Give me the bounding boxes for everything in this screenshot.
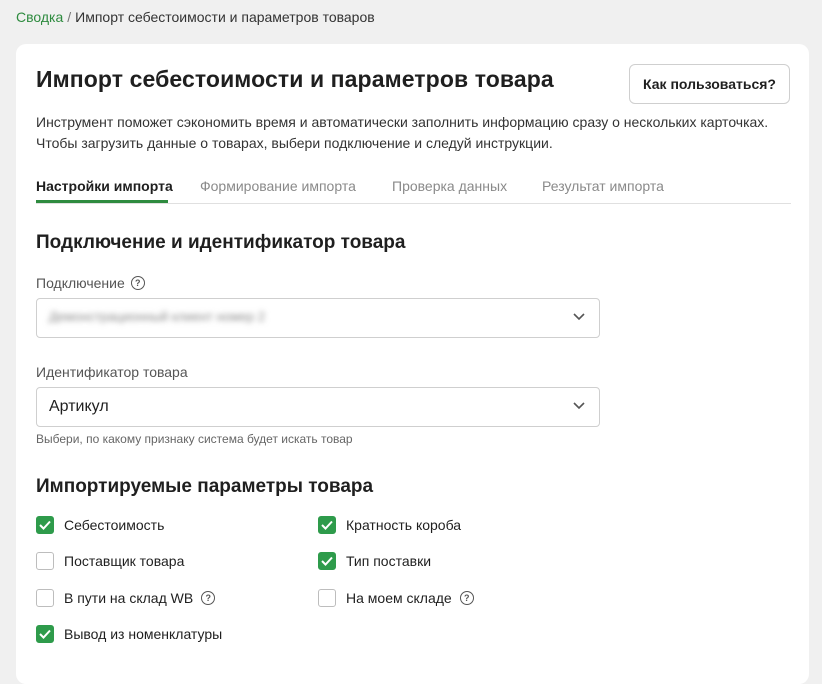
help-circle-icon[interactable]: ? xyxy=(459,591,474,605)
tab-bar: Настройки импорта Формирование импорта П… xyxy=(36,174,791,204)
param-checkbox-label: Вывод из номенклатуры xyxy=(64,626,223,642)
identifier-select[interactable]: Артикул xyxy=(36,387,600,427)
param-checkbox-label: Кратность короба xyxy=(346,517,462,533)
param-checkbox-row[interactable]: Тип поставки xyxy=(318,552,431,570)
identifier-select-value: Артикул xyxy=(49,398,109,415)
help-circle-icon[interactable]: ? xyxy=(130,276,145,290)
connection-label: Подключение ? xyxy=(36,275,145,291)
checkbox-unchecked[interactable] xyxy=(36,552,54,570)
how-to-use-button[interactable]: Как пользоваться? xyxy=(629,64,790,104)
identifier-label-text: Идентификатор товара xyxy=(36,364,188,380)
main-card: Импорт себестоимости и параметров товара… xyxy=(16,44,809,684)
page-title: Импорт себестоимости и параметров товара xyxy=(36,66,554,92)
breadcrumb-root-link[interactable]: Сводка xyxy=(16,9,63,25)
param-checkbox-label: В пути на склад WB xyxy=(64,590,194,606)
checkbox-unchecked[interactable] xyxy=(318,589,336,607)
identifier-hint: Выбери, по какому признаку система будет… xyxy=(36,432,353,446)
chevron-down-icon xyxy=(573,313,585,321)
chevron-down-icon xyxy=(573,402,585,410)
description: Инструмент поможет сэкономить время и ав… xyxy=(36,112,796,154)
identifier-label: Идентификатор товара xyxy=(36,364,188,380)
section-params-title: Импортируемые параметры товара xyxy=(36,476,374,497)
param-checkbox-row[interactable]: На моем складе? xyxy=(318,589,474,607)
checkmark-icon xyxy=(39,629,51,639)
param-checkbox-label: Тип поставки xyxy=(346,553,432,569)
checkbox-checked[interactable] xyxy=(36,516,54,534)
active-tab-indicator xyxy=(36,200,168,203)
help-circle-icon[interactable]: ? xyxy=(201,591,216,605)
param-checkbox-row[interactable]: Вывод из номенклатуры xyxy=(36,625,222,643)
tab-data-check[interactable]: Проверка данных xyxy=(392,178,507,194)
checkbox-checked[interactable] xyxy=(318,552,336,570)
checkmark-icon xyxy=(39,520,51,530)
param-checkbox-label: Поставщик товара xyxy=(64,553,185,569)
breadcrumb: Сводка / Импорт себестоимости и параметров… xyxy=(16,9,375,25)
param-checkbox-row[interactable]: Кратность короба xyxy=(318,516,461,534)
connection-select[interactable]: Демонстрационный клиент номер 2 xyxy=(36,298,600,338)
breadcrumb-current: Импорт себестоимости и параметров товаро… xyxy=(75,9,375,25)
checkmark-icon xyxy=(321,520,333,530)
checkbox-checked[interactable] xyxy=(318,516,336,534)
breadcrumb-separator: / xyxy=(67,9,72,25)
param-checkbox-row[interactable]: В пути на склад WB? xyxy=(36,589,216,607)
section-connection-title: Подключение и идентификатор товара xyxy=(36,232,406,253)
param-checkbox-label: Себестоимость xyxy=(64,517,165,533)
connection-select-value: Демонстрационный клиент номер 2 xyxy=(49,309,266,324)
param-checkbox-row[interactable]: Себестоимость xyxy=(36,516,164,534)
param-checkbox-label: На моем складе xyxy=(346,590,452,606)
checkmark-icon xyxy=(321,556,333,566)
connection-label-text: Подключение xyxy=(36,275,125,291)
checkbox-checked[interactable] xyxy=(36,625,54,643)
description-line-2: Чтобы загрузить данные о товарах, выбери… xyxy=(36,135,553,151)
checkbox-unchecked[interactable] xyxy=(36,589,54,607)
tab-import-forming[interactable]: Формирование импорта xyxy=(200,178,356,194)
description-line-1: Инструмент поможет сэкономить время и ав… xyxy=(36,114,769,130)
param-checkbox-row[interactable]: Поставщик товара xyxy=(36,552,184,570)
tab-import-result[interactable]: Результат импорта xyxy=(542,178,664,194)
tab-import-settings[interactable]: Настройки импорта xyxy=(36,178,173,194)
